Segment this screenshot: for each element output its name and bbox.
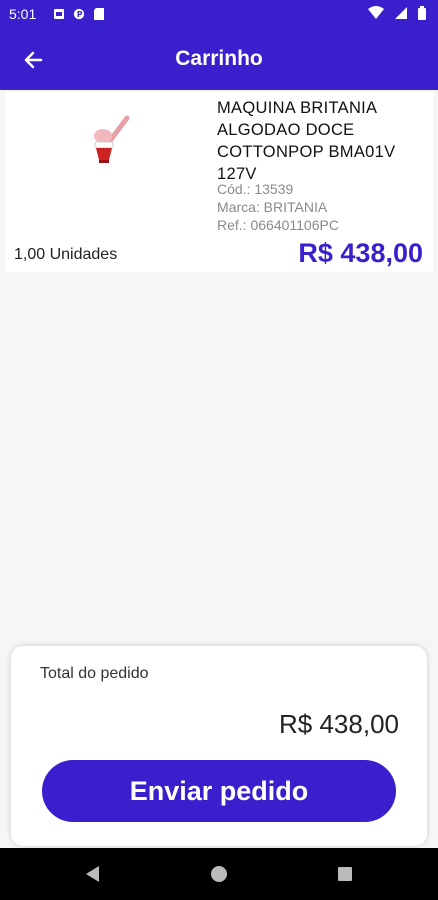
sd-card-icon [94,8,104,20]
system-nav-bar [0,848,438,900]
nav-recents-button[interactable] [333,862,357,886]
order-summary-card: Total do pedido R$ 438,00 Enviar pedido [11,646,427,846]
product-code: Cód.: 13539 [217,181,294,197]
triangle-back-icon [86,866,99,882]
total-label: Total do pedido [40,665,149,682]
signal-icon [395,7,407,19]
app-notification-icon: P [73,8,85,20]
status-bar: 5:01 P [0,0,438,29]
system-icons [368,6,426,20]
app-bar: Carrinho [0,29,438,90]
product-brand: Marca: BRITANIA [217,199,328,215]
send-order-button[interactable]: Enviar pedido [42,760,396,822]
wifi-icon [368,6,384,19]
item-quantity: 1,00 Unidades [14,246,118,263]
notification-icons: P [53,7,105,21]
product-name: MAQUINA BRITANIA ALGODAO DOCE COTTONPOP … [217,99,396,183]
product-ref: Ref.: 066401106PC [217,217,339,233]
battery-icon [418,6,426,20]
total-value: R$ 438,00 [279,709,399,739]
notification-icon [54,9,64,19]
status-time: 5:01 [9,6,37,22]
circle-home-icon [211,866,227,882]
product-image [94,115,130,163]
nav-home-button[interactable] [207,862,231,886]
nav-back-button[interactable] [80,862,104,886]
cart-item[interactable]: MAQUINA BRITANIA ALGODAO DOCE COTTONPOP … [5,92,433,272]
square-recents-icon [338,867,352,881]
svg-text:P: P [77,10,83,19]
item-price: R$ 438,00 [298,238,423,268]
page-title: Carrinho [175,47,263,70]
